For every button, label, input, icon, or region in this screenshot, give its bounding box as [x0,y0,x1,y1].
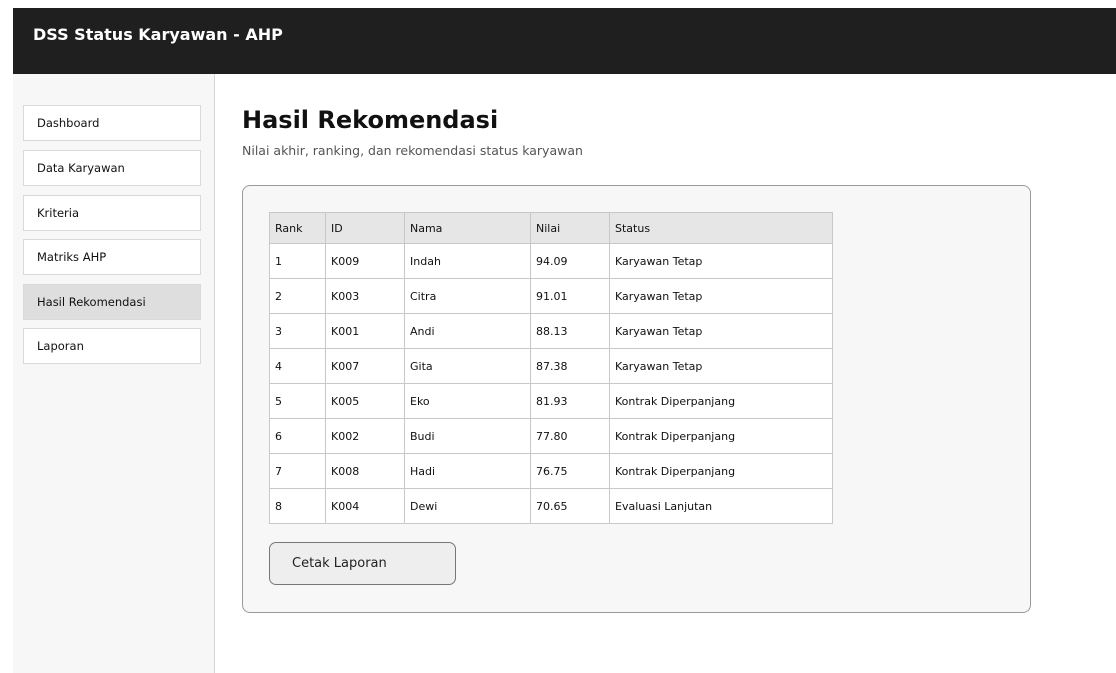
cell-nilai: 81.93 [530,383,610,419]
cell-nama: Indah [404,243,531,279]
cell-nilai: 91.01 [530,278,610,314]
table-row: 4 K007 Gita 87.38 Karyawan Tetap [269,348,833,384]
cell-nama: Citra [404,278,531,314]
cell-id: K008 [325,453,405,489]
sidebar-item-hasil-rekomendasi[interactable]: Hasil Rekomendasi [23,284,201,320]
column-header-nama: Nama [404,212,531,244]
results-card: Rank ID Nama Nilai Status 1 K009 Indah 9… [242,185,1031,613]
cell-rank: 1 [269,243,326,279]
cell-nilai: 77.80 [530,418,610,454]
table-row: 1 K009 Indah 94.09 Karyawan Tetap [269,243,833,279]
cell-nilai: 70.65 [530,488,610,524]
cell-rank: 4 [269,348,326,384]
cell-nilai: 88.13 [530,313,610,349]
sidebar: Dashboard Data Karyawan Kriteria Matriks… [13,74,215,673]
print-report-button[interactable]: Cetak Laporan [269,542,456,585]
column-header-rank: Rank [269,212,326,244]
table-header-row: Rank ID Nama Nilai Status [269,212,833,244]
cell-id: K001 [325,313,405,349]
column-header-status: Status [609,212,833,244]
cell-status: Kontrak Diperpanjang [609,418,833,454]
cell-nama: Dewi [404,488,531,524]
page-subtitle: Nilai akhir, ranking, dan rekomendasi st… [242,143,583,158]
cell-rank: 5 [269,383,326,419]
cell-id: K007 [325,348,405,384]
cell-rank: 8 [269,488,326,524]
cell-status: Karyawan Tetap [609,313,833,349]
results-table: Rank ID Nama Nilai Status 1 K009 Indah 9… [269,212,833,524]
cell-nilai: 94.09 [530,243,610,279]
cell-nama: Gita [404,348,531,384]
table-row: 5 K005 Eko 81.93 Kontrak Diperpanjang [269,383,833,419]
cell-status: Kontrak Diperpanjang [609,453,833,489]
page-title: Hasil Rekomendasi [242,106,499,134]
cell-id: K004 [325,488,405,524]
table-row: 6 K002 Budi 77.80 Kontrak Diperpanjang [269,418,833,454]
cell-nama: Hadi [404,453,531,489]
column-header-id: ID [325,212,405,244]
sidebar-item-matriks-ahp[interactable]: Matriks AHP [23,239,201,275]
app-title: DSS Status Karyawan - AHP [33,25,283,44]
cell-rank: 2 [269,278,326,314]
sidebar-item-data-karyawan[interactable]: Data Karyawan [23,150,201,186]
cell-nilai: 76.75 [530,453,610,489]
sidebar-item-laporan[interactable]: Laporan [23,328,201,364]
cell-id: K009 [325,243,405,279]
cell-status: Karyawan Tetap [609,243,833,279]
sidebar-item-kriteria[interactable]: Kriteria [23,195,201,231]
cell-nama: Budi [404,418,531,454]
top-header-bar: DSS Status Karyawan - AHP [13,8,1116,74]
table-row: 8 K004 Dewi 70.65 Evaluasi Lanjutan [269,488,833,524]
cell-id: K003 [325,278,405,314]
table-row: 3 K001 Andi 88.13 Karyawan Tetap [269,313,833,349]
cell-status: Karyawan Tetap [609,348,833,384]
cell-nama: Andi [404,313,531,349]
cell-id: K002 [325,418,405,454]
cell-status: Karyawan Tetap [609,278,833,314]
cell-nilai: 87.38 [530,348,610,384]
table-row: 2 K003 Citra 91.01 Karyawan Tetap [269,278,833,314]
cell-id: K005 [325,383,405,419]
table-row: 7 K008 Hadi 76.75 Kontrak Diperpanjang [269,453,833,489]
cell-status: Kontrak Diperpanjang [609,383,833,419]
cell-status: Evaluasi Lanjutan [609,488,833,524]
cell-nama: Eko [404,383,531,419]
cell-rank: 6 [269,418,326,454]
cell-rank: 7 [269,453,326,489]
column-header-nilai: Nilai [530,212,610,244]
app-window: DSS Status Karyawan - AHP Dashboard Data… [0,0,1116,673]
cell-rank: 3 [269,313,326,349]
sidebar-item-dashboard[interactable]: Dashboard [23,105,201,141]
